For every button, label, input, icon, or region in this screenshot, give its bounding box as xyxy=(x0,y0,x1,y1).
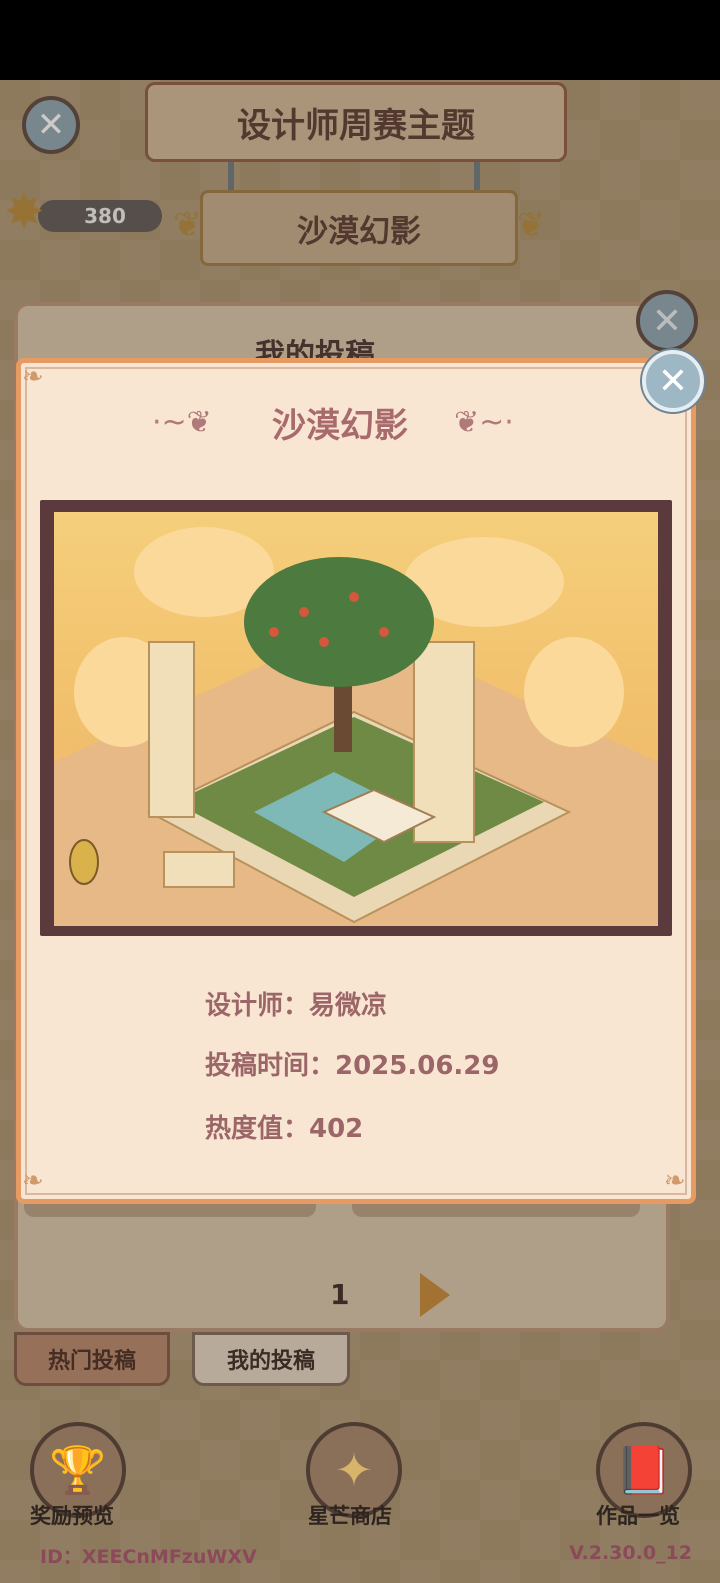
modal-title: 沙漠幻影 xyxy=(272,406,408,446)
corner-ornament: ❧ xyxy=(22,362,44,392)
corner-ornament: ❧ xyxy=(22,1166,44,1196)
player-id: ID：XEECnMFzuWXV xyxy=(40,1546,257,1568)
designer-text: 设计师：易微凉 xyxy=(205,991,388,1021)
artwork-image xyxy=(54,512,658,926)
corner-ornament: ❧ xyxy=(664,1166,686,1196)
heat-value-text: 热度值：402 xyxy=(205,1114,364,1144)
version-text: V.2.30.0_12 xyxy=(569,1542,692,1564)
nav-rewards-label[interactable]: 奖励预览 xyxy=(30,1500,114,1530)
nav-shop-label[interactable]: 星芒商店 xyxy=(308,1500,392,1530)
nav-works-label[interactable]: 作品一览 xyxy=(596,1500,680,1530)
submit-time-text: 投稿时间：2025.06.29 xyxy=(205,1051,500,1081)
close-icon[interactable]: ✕ xyxy=(642,350,704,412)
flourish-icon: ❦~· xyxy=(454,405,514,440)
